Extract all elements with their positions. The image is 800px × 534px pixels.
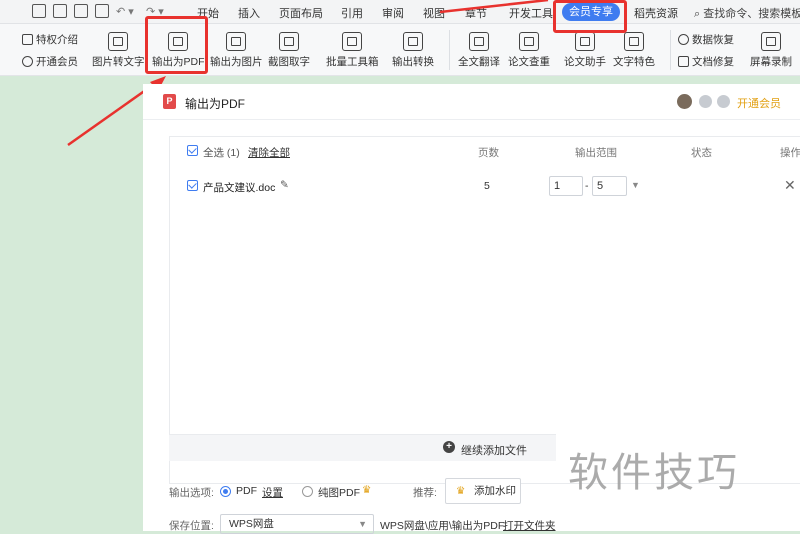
dialog-header: P 输出为PDF 开通会员 xyxy=(143,84,800,120)
column-status: 状态 xyxy=(691,147,712,159)
file-name: 产品文建议.doc xyxy=(203,182,276,194)
crown-icon: ♛ xyxy=(362,484,372,496)
avatar[interactable] xyxy=(677,94,692,109)
range-separator: - xyxy=(585,180,589,192)
file-checkbox[interactable] xyxy=(187,180,198,191)
add-more-files-button[interactable]: 继续添加文件 xyxy=(461,442,527,458)
column-pages: 页数 xyxy=(478,147,499,159)
clear-all-link[interactable]: 清除全部 xyxy=(248,145,290,160)
pdf-radio[interactable] xyxy=(220,486,231,497)
output-option-label: 输出选项: xyxy=(169,487,214,499)
pdf-settings-link[interactable]: 设置 xyxy=(262,485,283,500)
member-badge-icon xyxy=(699,95,712,108)
file-list: 全选 (1) 清除全部 页数 输出范围 状态 操作 产品文建议.doc ✎ 5 … xyxy=(169,136,800,484)
range-to-input[interactable]: 5 xyxy=(592,176,627,196)
chevron-down-icon: ▼ xyxy=(358,519,367,529)
file-pages: 5 xyxy=(484,180,490,192)
select-all-checkbox[interactable] xyxy=(187,145,198,156)
pdf-logo-icon: P xyxy=(163,94,176,109)
add-icon: + xyxy=(443,441,455,453)
member-badge-icon xyxy=(717,95,730,108)
column-action: 操作 xyxy=(780,147,800,159)
select-all-label: 全选 (1) xyxy=(203,147,240,159)
dialog-title: 输出为PDF xyxy=(185,97,246,111)
open-vip-link[interactable]: 开通会员 xyxy=(737,95,781,111)
range-dropdown-icon[interactable]: ▼ xyxy=(631,180,640,190)
add-watermark-button[interactable]: ♛ 添加水印 xyxy=(445,478,521,504)
remove-file-icon[interactable]: ✕ xyxy=(784,177,796,194)
site-watermark: 软件技巧 xyxy=(568,450,740,496)
pdf-option-label: PDF xyxy=(236,485,257,497)
column-range: 输出范围 xyxy=(575,147,617,159)
range-from-input[interactable]: 1 xyxy=(549,176,583,196)
recommend-label: 推荐: xyxy=(413,487,437,499)
rename-icon[interactable]: ✎ xyxy=(280,179,289,191)
crown-icon: ♛ xyxy=(456,485,466,497)
image-pdf-label: 纯图PDF xyxy=(318,487,360,499)
image-pdf-radio[interactable] xyxy=(302,486,313,497)
save-location-select[interactable]: WPS网盘 ▼ xyxy=(220,514,374,534)
